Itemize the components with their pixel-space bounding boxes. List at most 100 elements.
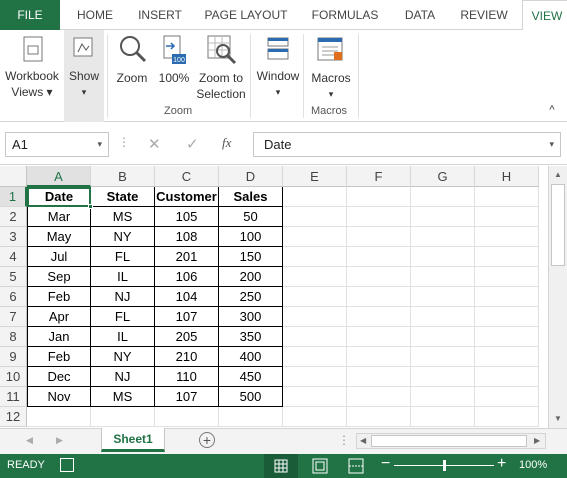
tab-view[interactable]: VIEW — [522, 0, 567, 32]
empty-cell[interactable] — [219, 407, 283, 427]
empty-cell[interactable] — [475, 247, 539, 267]
table-cell[interactable]: IL — [91, 267, 155, 287]
row-header[interactable]: 1 — [0, 187, 27, 207]
table-header-cell[interactable]: State — [91, 187, 155, 207]
zoom-level[interactable]: 100% — [519, 459, 547, 471]
tab-file[interactable]: FILE — [0, 0, 60, 30]
table-cell[interactable]: 200 — [219, 267, 283, 287]
table-cell[interactable]: 105 — [155, 207, 219, 227]
name-box[interactable]: A1 ▾ — [5, 132, 109, 157]
empty-cell[interactable] — [283, 327, 347, 347]
empty-cell[interactable] — [475, 267, 539, 287]
table-cell[interactable]: NJ — [91, 367, 155, 387]
column-header[interactable]: A — [27, 166, 91, 187]
table-cell[interactable]: 201 — [155, 247, 219, 267]
collapse-ribbon-icon[interactable]: ^ — [544, 102, 560, 118]
row-header[interactable]: 8 — [0, 327, 27, 347]
empty-cell[interactable] — [283, 207, 347, 227]
empty-cell[interactable] — [283, 267, 347, 287]
next-sheet-icon[interactable]: ▶ — [56, 435, 63, 446]
table-cell[interactable]: 107 — [155, 307, 219, 327]
empty-cell[interactable] — [283, 387, 347, 407]
horizontal-scrollbar[interactable]: ◀ ▶ — [356, 433, 546, 449]
normal-view-button[interactable] — [264, 454, 298, 478]
table-cell[interactable]: 500 — [219, 387, 283, 407]
table-cell[interactable]: 450 — [219, 367, 283, 387]
column-header[interactable]: H — [475, 166, 539, 187]
insert-function-icon[interactable]: fx — [222, 135, 231, 151]
empty-cell[interactable] — [475, 307, 539, 327]
macro-record-icon[interactable] — [60, 458, 74, 472]
horizontal-scroll-thumb[interactable] — [371, 435, 527, 447]
table-cell[interactable]: 104 — [155, 287, 219, 307]
table-cell[interactable]: FL — [91, 247, 155, 267]
add-sheet-icon[interactable]: + — [199, 432, 215, 448]
table-cell[interactable]: May — [27, 227, 91, 247]
row-header[interactable]: 5 — [0, 267, 27, 287]
table-header-cell[interactable]: Sales — [219, 187, 283, 207]
table-cell[interactable]: NY — [91, 347, 155, 367]
table-cell[interactable]: 110 — [155, 367, 219, 387]
show-button[interactable]: Show ▾ — [64, 30, 104, 122]
zoom-slider[interactable] — [394, 460, 494, 471]
zoom-button[interactable]: Zoom — [112, 32, 152, 94]
empty-cell[interactable] — [411, 407, 475, 427]
window-button[interactable]: Window ▾ — [254, 32, 302, 102]
table-cell[interactable]: 108 — [155, 227, 219, 247]
empty-cell[interactable] — [411, 387, 475, 407]
empty-cell[interactable] — [475, 367, 539, 387]
row-header[interactable]: 3 — [0, 227, 27, 247]
zoom-in-button[interactable]: + — [497, 455, 506, 473]
empty-cell[interactable] — [283, 407, 347, 427]
formula-input[interactable]: Date ▾ — [253, 132, 561, 157]
table-cell[interactable]: Dec — [27, 367, 91, 387]
empty-cell[interactable] — [475, 387, 539, 407]
row-header[interactable]: 4 — [0, 247, 27, 267]
zoom-slider-thumb[interactable] — [443, 460, 446, 471]
empty-cell[interactable] — [411, 207, 475, 227]
empty-cell[interactable] — [283, 347, 347, 367]
scroll-down-icon[interactable]: ▼ — [554, 414, 562, 423]
empty-cell[interactable] — [347, 267, 411, 287]
table-cell[interactable]: 150 — [219, 247, 283, 267]
table-cell[interactable]: 210 — [155, 347, 219, 367]
row-header[interactable]: 11 — [0, 387, 27, 407]
table-cell[interactable]: Mar — [27, 207, 91, 227]
table-cell[interactable]: 350 — [219, 327, 283, 347]
table-cell[interactable]: 106 — [155, 267, 219, 287]
empty-cell[interactable] — [347, 387, 411, 407]
check-icon[interactable]: ✓ — [186, 135, 199, 153]
empty-cell[interactable] — [347, 247, 411, 267]
table-cell[interactable]: FL — [91, 307, 155, 327]
tab-insert[interactable]: INSERT — [130, 0, 190, 30]
empty-cell[interactable] — [347, 227, 411, 247]
empty-cell[interactable] — [411, 367, 475, 387]
empty-cell[interactable] — [347, 347, 411, 367]
empty-cell[interactable] — [411, 347, 475, 367]
empty-cell[interactable] — [91, 407, 155, 427]
column-header[interactable]: C — [155, 166, 219, 187]
empty-cell[interactable] — [411, 267, 475, 287]
vertical-scroll-thumb[interactable] — [551, 184, 565, 266]
sheet-tab-sheet1[interactable]: Sheet1 — [101, 428, 165, 452]
table-cell[interactable]: Nov — [27, 387, 91, 407]
zoom-100-button[interactable]: 100 100% — [154, 32, 194, 94]
prev-sheet-icon[interactable]: ◀ — [26, 435, 33, 446]
table-cell[interactable]: 50 — [219, 207, 283, 227]
empty-cell[interactable] — [347, 187, 411, 207]
empty-cell[interactable] — [347, 407, 411, 427]
empty-cell[interactable] — [283, 187, 347, 207]
empty-cell[interactable] — [475, 187, 539, 207]
empty-cell[interactable] — [283, 227, 347, 247]
page-break-view-button[interactable] — [348, 458, 364, 477]
empty-cell[interactable] — [347, 207, 411, 227]
column-header[interactable]: E — [283, 166, 347, 187]
cancel-icon[interactable]: ✕ — [148, 135, 161, 153]
empty-cell[interactable] — [347, 287, 411, 307]
scroll-up-icon[interactable]: ▲ — [554, 170, 562, 179]
table-cell[interactable]: 205 — [155, 327, 219, 347]
empty-cell[interactable] — [411, 287, 475, 307]
empty-cell[interactable] — [411, 187, 475, 207]
table-cell[interactable]: 100 — [219, 227, 283, 247]
column-header[interactable]: D — [219, 166, 283, 187]
